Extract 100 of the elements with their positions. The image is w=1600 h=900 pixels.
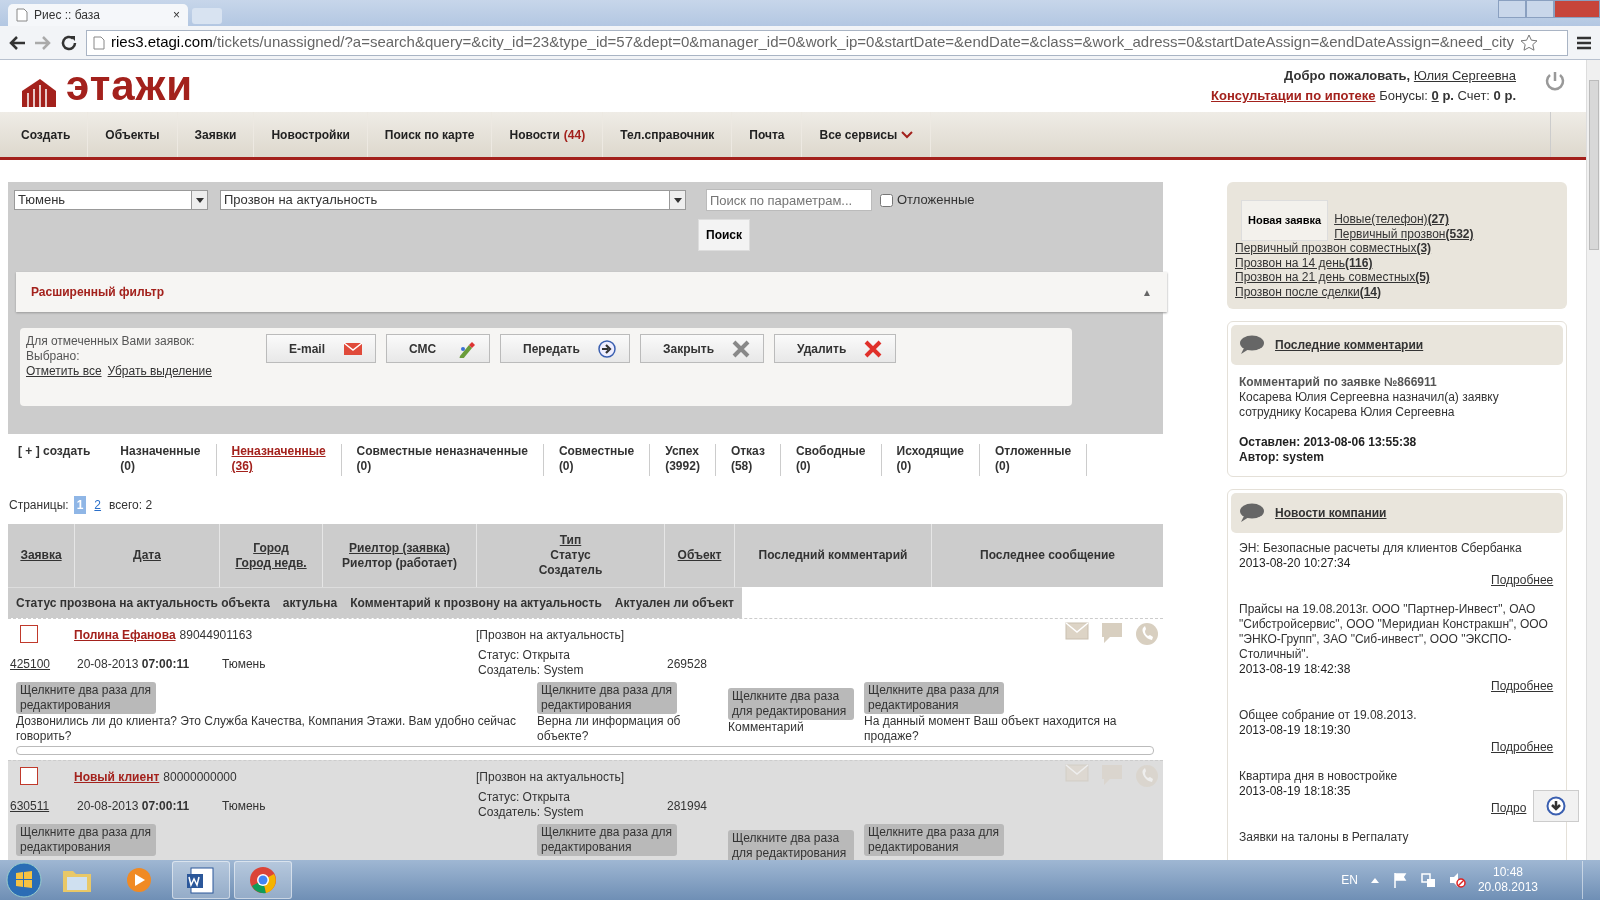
column-header-link[interactable]: Заявка xyxy=(20,548,62,563)
queue-link[interactable]: Прозвон на 21 день совместных(5) xyxy=(1235,270,1559,285)
table-row[interactable] xyxy=(8,760,1163,860)
queue-link[interactable]: Прозвон на 14 день(116) xyxy=(1235,255,1559,270)
new-request-button[interactable]: Новая заявка xyxy=(1241,200,1329,241)
action-button[interactable]: Закрыть xyxy=(640,334,764,363)
star-icon[interactable] xyxy=(1519,33,1538,52)
nav-item[interactable]: Заявки xyxy=(177,112,255,157)
action-button[interactable]: Удалить xyxy=(774,334,896,363)
filter-tab[interactable]: Неназначенные (36) xyxy=(216,444,342,476)
queue-link[interactable]: Прозвон после сделки(14) xyxy=(1235,284,1559,299)
request-link[interactable]: 630511 xyxy=(10,799,50,813)
volume-muted-icon[interactable] xyxy=(1447,872,1466,888)
edit-hint[interactable]: Щелкните два раза для редактирования xyxy=(728,688,854,720)
edit-hint[interactable]: Щелкните два раза для редактирования xyxy=(537,824,677,856)
tab-close-button[interactable]: × xyxy=(173,6,180,24)
column-header-link[interactable]: Тип xyxy=(559,533,582,548)
flag-icon[interactable] xyxy=(1391,872,1408,888)
comment-icon xyxy=(1239,335,1265,355)
account-label: Счет: xyxy=(1457,88,1490,103)
column-header-link[interactable]: Город недв. xyxy=(235,555,307,571)
nav-item[interactable]: Тел.справочник xyxy=(603,112,733,157)
client-link[interactable]: Новый клиент xyxy=(74,770,160,784)
browser-icon[interactable] xyxy=(247,865,279,895)
filter-tab[interactable]: Совместные (0) xyxy=(543,444,651,476)
edit-hint[interactable]: Щелкните два раза для редактирования xyxy=(16,682,156,714)
request-link[interactable]: 425100 xyxy=(10,657,51,671)
nav-item[interactable]: Поиск по карте xyxy=(367,112,493,157)
back-icon[interactable] xyxy=(8,34,26,51)
page-link[interactable]: 2 xyxy=(91,496,105,514)
filter-tab[interactable]: Совместные неназначенные (0) xyxy=(341,444,544,476)
nav-item[interactable]: Почта xyxy=(732,112,803,157)
filter-tab[interactable]: Успех (3992) xyxy=(650,444,716,476)
edit-hint[interactable]: Щелкните два раза для редактирования xyxy=(728,830,854,860)
mortgage-link[interactable]: Консультации по ипотеке xyxy=(1211,88,1376,103)
filter-bar[interactable]: Расширенный фильтр ▲ xyxy=(16,272,1167,312)
edit-hint[interactable]: Щелкните два раза для редактирования xyxy=(537,682,677,714)
dropdown[interactable]: Прозвон на актуальность xyxy=(220,190,686,210)
row-checkbox[interactable] xyxy=(20,625,38,643)
client-link[interactable]: Полина Ефанова xyxy=(74,628,176,642)
address-bar[interactable]: ries3.etagi.com/tickets/unassigned/?a=search&query=&city_id=23&type_id=57&dept=0&manager_id=0&work_ip=0&startDate=&endDate=&class=&work_adress=0&startDateAssign=&endDateAssign=&need_city xyxy=(86,29,1568,56)
horizontal-scrollbar[interactable] xyxy=(16,746,1154,755)
column-header-link[interactable]: Объект xyxy=(677,548,722,563)
edit-hint[interactable]: Щелкните два раза для редактирования xyxy=(864,824,1004,856)
column-header-link[interactable]: Риелтор (заявка) xyxy=(349,540,450,556)
filter-tab[interactable]: Отказ (58) xyxy=(715,444,781,476)
queue-link[interactable]: Первичный прозвон(532) xyxy=(1334,226,1474,241)
document-icon[interactable] xyxy=(185,865,217,895)
menu-icon[interactable] xyxy=(1576,35,1592,50)
power-icon[interactable] xyxy=(1544,70,1566,92)
phone-icon[interactable] xyxy=(1135,622,1159,646)
action-button[interactable]: Передать xyxy=(500,334,630,363)
edit-hint[interactable]: Щелкните два раза для редактирования xyxy=(864,682,1004,714)
column-header-link[interactable]: Дата xyxy=(133,548,161,563)
scroll-down-button[interactable] xyxy=(1533,790,1579,822)
filter-tab[interactable]: Исходящие (0) xyxy=(881,444,980,476)
search-field[interactable]: Поиск по параметрам... xyxy=(706,189,872,211)
browser-tab[interactable]: Риес :: база × xyxy=(8,4,188,26)
action-button[interactable]: E-mail xyxy=(266,334,376,363)
select-all-link[interactable]: Отметить все xyxy=(26,364,102,378)
minimize-button[interactable] xyxy=(1498,0,1526,18)
filter-tab[interactable]: Свободные (0) xyxy=(780,444,882,476)
collapse-toggle[interactable]: ▲ xyxy=(1142,284,1152,300)
user-link[interactable]: Юлия Сергеевна xyxy=(1413,68,1516,83)
scrollbar[interactable] xyxy=(1586,60,1600,860)
close-button[interactable] xyxy=(1554,0,1600,18)
row-checkbox[interactable] xyxy=(20,767,38,785)
more-link[interactable]: Подробнее xyxy=(1491,679,1554,693)
forward-icon[interactable] xyxy=(34,34,52,51)
create-link[interactable]: [ + ] создать xyxy=(18,444,106,476)
more-link[interactable]: Подро xyxy=(1491,801,1527,815)
search-button[interactable]: Поиск xyxy=(698,219,750,251)
deselect-link[interactable]: Убрать выделение xyxy=(107,364,212,378)
queue-link[interactable]: Первичный прозвон совместных(3) xyxy=(1235,241,1559,256)
nav-item[interactable]: Новостройки xyxy=(254,112,368,157)
comment-icon[interactable] xyxy=(1101,622,1123,644)
nav-item[interactable]: Новости (44) xyxy=(492,112,604,157)
maximize-button[interactable] xyxy=(1526,0,1554,18)
action-button[interactable]: СМС xyxy=(386,334,490,363)
column-header-link[interactable]: Город xyxy=(253,540,289,556)
reload-icon[interactable] xyxy=(60,33,78,52)
postponed-checkbox[interactable] xyxy=(880,193,893,207)
more-link[interactable]: Подробнее xyxy=(1491,573,1554,587)
selected-label: Выбрано: xyxy=(26,349,81,364)
nav-item[interactable]: Все сервисы xyxy=(802,112,932,157)
queue-link[interactable]: Новые(телефон)(27) xyxy=(1334,212,1474,227)
filter-tab[interactable]: Отложенные (0) xyxy=(980,444,1088,476)
edit-hint[interactable]: Щелкните два раза для редактирования xyxy=(16,824,156,856)
field-text: Верна ли информация об объекте? xyxy=(537,714,682,744)
start-orb-icon[interactable] xyxy=(4,861,44,899)
panel-title-link[interactable]: Новости компании xyxy=(1275,504,1387,522)
filter-tab[interactable]: Назначенные (0) xyxy=(105,444,217,476)
nav-item[interactable]: Создать xyxy=(4,112,89,157)
mail-icon[interactable] xyxy=(1065,622,1089,640)
caret-icon[interactable] xyxy=(1369,876,1380,884)
bonus-value[interactable]: 0 xyxy=(1431,88,1439,103)
dropdown[interactable]: Тюмень xyxy=(14,190,208,210)
more-link[interactable]: Подробнее xyxy=(1491,740,1554,754)
network-icon[interactable] xyxy=(1419,872,1436,888)
nav-item[interactable]: Объекты xyxy=(88,112,178,157)
